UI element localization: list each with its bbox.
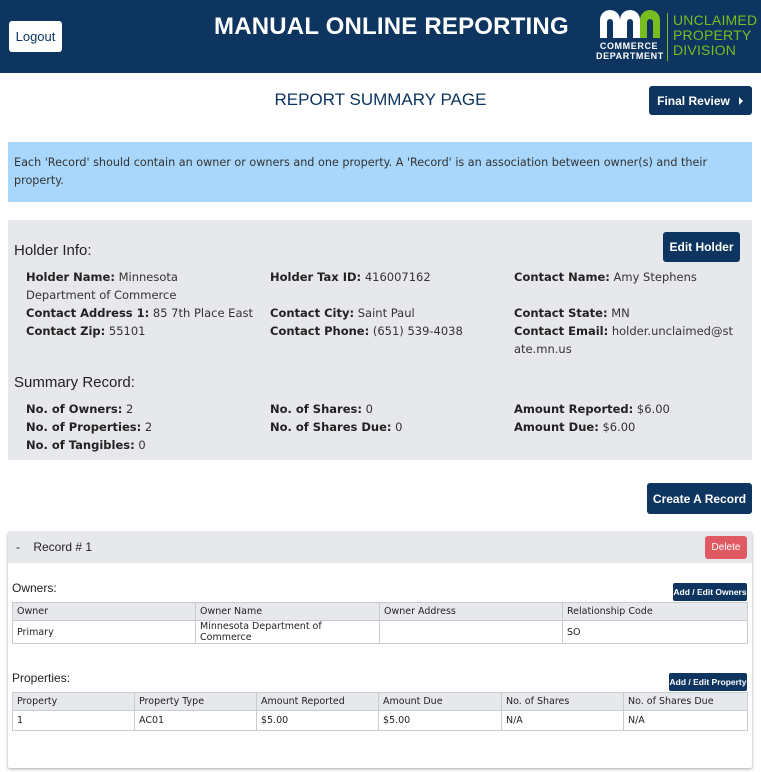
- column-header: Owner Name: [195, 602, 380, 621]
- table-cell: $5.00: [378, 710, 502, 731]
- properties-heading: Properties:: [12, 671, 71, 685]
- summary-owners-field: No. of Owners: 2: [26, 402, 134, 416]
- logo-divider: [667, 13, 668, 61]
- table-cell: Minnesota Department of Commerce: [195, 620, 380, 644]
- column-header: Property Type: [134, 692, 257, 711]
- table-cell: SO: [562, 620, 748, 644]
- collapse-toggle[interactable]: -: [16, 540, 20, 554]
- column-header: No. of Shares: [501, 692, 624, 711]
- final-review-button[interactable]: Final Review: [649, 86, 752, 115]
- create-record-button[interactable]: Create A Record: [647, 483, 752, 514]
- owners-table: Owner Owner Name Owner Address Relations…: [12, 602, 748, 644]
- record-card: - Record # 1 Delete Owners: Add / Edit O…: [8, 532, 752, 768]
- column-header: Amount Reported: [256, 692, 379, 711]
- add-edit-property-button[interactable]: Add / Edit Property: [669, 673, 747, 691]
- column-header: Owner: [12, 602, 196, 621]
- summary-record-heading: Summary Record:: [14, 374, 135, 391]
- column-header: No. of Shares Due: [623, 692, 748, 711]
- add-edit-owners-button[interactable]: Add / Edit Owners: [673, 583, 747, 601]
- table-cell: 1: [12, 710, 135, 731]
- contact-email-field: Contact Email: holder.unclaimed@state.mn…: [514, 324, 733, 356]
- app-title: MANUAL ONLINE REPORTING: [214, 13, 569, 40]
- column-header: Amount Due: [378, 692, 502, 711]
- summary-tangibles-field: No. of Tangibles: 0: [26, 438, 146, 452]
- chevron-right-icon: [738, 96, 743, 105]
- contact-city-field: Contact City: Saint Paul: [270, 306, 415, 320]
- record-title-label: Record # 1: [33, 540, 93, 554]
- logo-department-text: COMMERCE DEPARTMENT: [596, 41, 664, 61]
- page-title: REPORT SUMMARY PAGE: [274, 90, 487, 109]
- column-header: Relationship Code: [562, 602, 748, 621]
- info-banner: Each 'Record' should contain an owner or…: [8, 142, 752, 202]
- table-cell: $5.00: [256, 710, 379, 731]
- logout-button[interactable]: Logout: [9, 21, 62, 52]
- column-header: Property: [12, 692, 135, 711]
- contact-phone-field: Contact Phone: (651) 539-4038: [270, 324, 463, 338]
- table-cell: [379, 620, 563, 644]
- owners-table-header: Owner Owner Name Owner Address Relations…: [12, 602, 748, 621]
- table-cell: Primary: [12, 620, 196, 644]
- edit-holder-button[interactable]: Edit Holder: [663, 232, 740, 262]
- table-row: 1 AC01 $5.00 $5.00 N/A N/A: [12, 710, 748, 731]
- contact-state-field: Contact State: MN: [514, 306, 630, 320]
- commerce-department-logo: COMMERCE DEPARTMENT UNCLAIMED PROPERTY D…: [596, 10, 761, 64]
- app-header: Logout MANUAL ONLINE REPORTING COMMERCE …: [0, 0, 761, 73]
- table-cell: N/A: [501, 710, 624, 731]
- holder-panel: Holder Info: Edit Holder Holder Name: Mi…: [8, 220, 752, 460]
- contact-zip-field: Contact Zip: 55101: [26, 324, 146, 338]
- summary-amount-reported-field: Amount Reported: $6.00: [514, 402, 670, 416]
- holder-tax-id-field: Holder Tax ID: 416007162: [270, 270, 431, 284]
- summary-shares-due-field: No. of Shares Due: 0: [270, 420, 403, 434]
- mn-logo-icon: [600, 10, 660, 38]
- properties-table-header: Property Property Type Amount Reported A…: [12, 692, 748, 711]
- table-row: Primary Minnesota Department of Commerce…: [12, 620, 748, 644]
- holder-info-heading: Holder Info:: [14, 242, 92, 259]
- table-cell: AC01: [134, 710, 257, 731]
- properties-table: Property Property Type Amount Reported A…: [12, 692, 748, 731]
- summary-properties-field: No. of Properties: 2: [26, 420, 153, 434]
- final-review-label: Final Review: [657, 93, 730, 108]
- column-header: Owner Address: [379, 602, 563, 621]
- record-title: - Record # 1: [16, 540, 92, 554]
- summary-shares-field: No. of Shares: 0: [270, 402, 373, 416]
- summary-amount-due-field: Amount Due: $6.00: [514, 420, 636, 434]
- holder-name-field: Holder Name: Minnesota Department of Com…: [26, 270, 178, 302]
- table-cell: N/A: [623, 710, 748, 731]
- contact-address-field: Contact Address 1: 85 7th Place East: [26, 306, 253, 320]
- contact-name-field: Contact Name: Amy Stephens: [514, 270, 697, 284]
- delete-record-button[interactable]: Delete: [705, 536, 747, 559]
- owners-heading: Owners:: [12, 581, 57, 595]
- record-header: - Record # 1 Delete: [8, 532, 752, 563]
- logo-division-text: UNCLAIMED PROPERTY DIVISION: [673, 12, 758, 58]
